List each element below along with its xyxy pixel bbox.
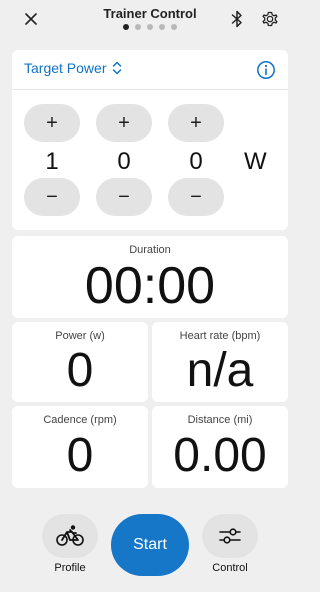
duration-value: 00:00 <box>84 257 216 315</box>
cadence-value: 0 <box>66 429 94 482</box>
gear-icon <box>262 11 278 27</box>
minus-icon: − <box>118 185 130 208</box>
sliders-icon <box>219 528 241 544</box>
settings-button[interactable] <box>258 7 282 31</box>
control-button[interactable] <box>202 514 258 558</box>
profile-button[interactable] <box>42 514 98 558</box>
bluetooth-button[interactable] <box>228 8 246 30</box>
page-indicator <box>0 24 300 30</box>
target-mode-selector[interactable]: Target Power <box>24 60 122 76</box>
info-icon <box>257 61 275 79</box>
cadence-label: Cadence (rpm) <box>43 414 117 426</box>
heart-rate-value: n/a <box>186 344 254 397</box>
cadence-card: Cadence (rpm) 0 <box>12 406 148 488</box>
distance-card: Distance (mi) 0.00 <box>152 406 288 488</box>
page-title: Trainer Control <box>103 6 197 21</box>
profile-label: Profile <box>54 562 86 574</box>
plus-icon: + <box>190 111 202 134</box>
minus-icon: − <box>46 185 58 208</box>
target-mode-label: Target Power <box>24 60 107 76</box>
duration-card: Duration 00:00 <box>12 236 288 318</box>
distance-value: 0.00 <box>173 429 267 482</box>
page-dot <box>147 24 153 30</box>
increment-tens-button[interactable]: + <box>96 104 152 142</box>
trainer-control-screen: Trainer Control Target Power + 1 − + 0 −… <box>0 0 300 592</box>
power-label: Power (w) <box>55 330 105 342</box>
header: Trainer Control <box>0 0 300 44</box>
minus-icon: − <box>190 185 202 208</box>
target-power-card: Target Power + 1 − + 0 − + 0 − W <box>12 50 288 230</box>
decrement-hundreds-button[interactable]: − <box>24 178 80 216</box>
power-value: 0 <box>66 344 94 397</box>
bluetooth-icon <box>231 10 242 28</box>
page-dot <box>135 24 141 30</box>
tens-digit: 0 <box>117 148 131 175</box>
bottom-action-bar: Profile Start Control <box>0 498 300 592</box>
decrement-tens-button[interactable]: − <box>96 178 152 216</box>
page-dot-active <box>123 24 129 30</box>
plus-icon: + <box>46 111 58 134</box>
page-dot <box>159 24 165 30</box>
up-down-chevron-icon <box>113 61 122 75</box>
plus-icon: + <box>118 111 130 134</box>
cyclist-icon <box>56 525 84 546</box>
ones-digit: 0 <box>189 148 203 175</box>
start-button[interactable]: Start <box>111 514 189 576</box>
target-unit: W <box>244 148 267 175</box>
distance-label: Distance (mi) <box>187 414 253 426</box>
control-label: Control <box>212 562 248 574</box>
start-label: Start <box>133 536 167 553</box>
heart-rate-label: Heart rate (bpm) <box>179 330 261 342</box>
increment-ones-button[interactable]: + <box>168 104 224 142</box>
decrement-ones-button[interactable]: − <box>168 178 224 216</box>
target-selector-row: Target Power <box>12 50 288 90</box>
hundreds-digit: 1 <box>45 148 59 175</box>
info-button[interactable] <box>256 60 276 80</box>
heart-rate-card: Heart rate (bpm) n/a <box>152 322 288 402</box>
page-dot <box>171 24 177 30</box>
duration-label: Duration <box>129 244 171 256</box>
power-card: Power (w) 0 <box>12 322 148 402</box>
increment-hundreds-button[interactable]: + <box>24 104 80 142</box>
